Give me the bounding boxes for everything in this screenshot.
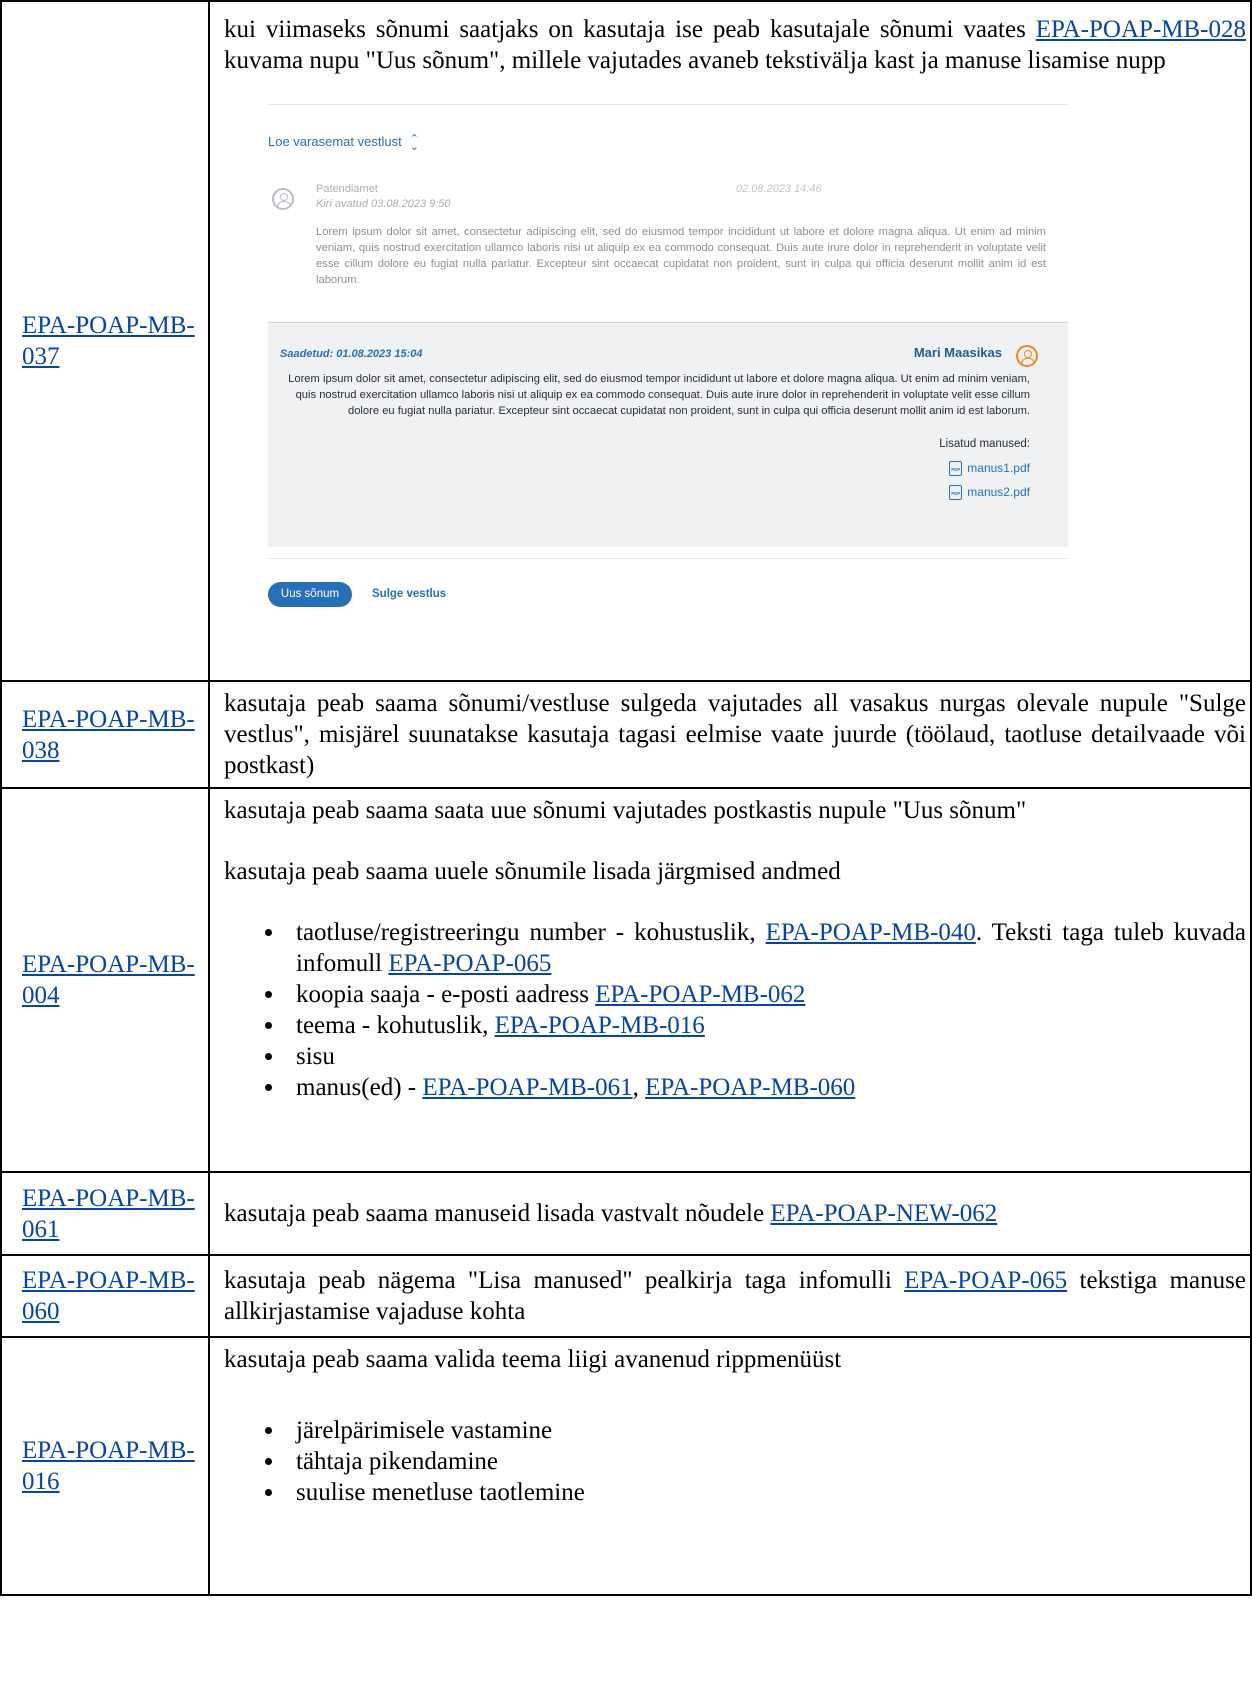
pdf-file-icon: PDF [949, 485, 963, 501]
req-id-link[interactable]: EPA-POAP-MB-061 [22, 1183, 204, 1245]
req-text: kasutaja peab saama valida teema liigi a… [224, 1346, 842, 1373]
attachment-link[interactable]: PDF manus1.pdf [949, 461, 1030, 477]
pdf-file-icon: PDF [949, 461, 963, 477]
data-fields-list: taotluse/registreeringu number - kohustu… [224, 917, 1246, 1103]
close-conversation-button[interactable]: Sulge vestlus [372, 582, 446, 607]
message-opened-status: Kiri avatud 03.08.2023 9:50 [316, 198, 451, 210]
req-text: kui viimaseks sõnumi saatjaks on kasutaj… [224, 14, 1246, 76]
text-segment: , [632, 1074, 646, 1101]
message-sender: Mari Maasikas [913, 345, 1002, 360]
req-text: kasutaja peab saama uuele sõnumile lisad… [224, 858, 841, 885]
requirements-table: EPA-POAP-MB-037 kui viimaseks sõnumi saa… [0, 0, 1252, 1596]
conversation-screenshot: Loe varasemat vestlust ⌃ ⌄ Patendiamet Kir… [38, 96, 1068, 656]
ref-link[interactable]: EPA-POAP-MB-016 [495, 1012, 705, 1039]
ref-link[interactable]: EPA-POAP-NEW-062 [770, 1200, 997, 1227]
topic-options-list: järelpärimisele vastamine tähtaja pikend… [224, 1415, 1246, 1508]
text-segment: kui viimaseks sõnumi saatjaks on kasutaj… [224, 16, 1036, 43]
attachment-name: manus2.pdf [967, 485, 1030, 499]
req-row-mb-037: EPA-POAP-MB-037 kui viimaseks sõnumi saa… [0, 0, 1252, 682]
message-body: Lorem ipsum dolor sit amet, consectetur … [316, 226, 1046, 286]
req-id-link[interactable]: EPA-POAP-MB-016 [22, 1435, 204, 1497]
message-date: 02.08.2023 14:46 [736, 183, 822, 195]
attachment-link[interactable]: PDF manus2.pdf [949, 485, 1030, 501]
divider [268, 558, 1068, 559]
req-id-cell: EPA-POAP-MB-060 [0, 1254, 210, 1338]
req-id-link[interactable]: EPA-POAP-MB-004 [22, 949, 204, 1011]
text-segment: koopia saaja - e-posti aadress [296, 981, 596, 1008]
message-sent: Saadetud: 01.08.2023 15:04 Mari Maasikas… [268, 322, 1068, 547]
text-segment: kasutaja peab saama manuseid lisada vast… [224, 1200, 771, 1227]
req-id-cell: EPA-POAP-MB-038 [0, 680, 210, 789]
text-segment: manus(ed) - [296, 1074, 423, 1101]
req-desc-cell: kasutaja peab saama valida teema liigi a… [208, 1336, 1252, 1596]
list-item: tähtaja pikendamine [286, 1446, 1246, 1477]
message-sender: Patendiamet [316, 183, 378, 195]
ref-link[interactable]: EPA-POAP-065 [388, 950, 551, 977]
ref-link[interactable]: EPA-POAP-065 [904, 1267, 1067, 1294]
req-desc-cell: kasutaja peab saama sõnumi/vestluse sulg… [208, 680, 1252, 789]
ref-link[interactable]: EPA-POAP-MB-040 [766, 919, 976, 946]
req-id-cell: EPA-POAP-MB-004 [0, 787, 210, 1173]
req-id-cell: EPA-POAP-MB-016 [0, 1336, 210, 1596]
req-desc-cell: kasutaja peab nägema "Lisa manused" peal… [208, 1254, 1252, 1338]
req-id-cell: EPA-POAP-MB-061 [0, 1171, 210, 1256]
req-text: kasutaja peab nägema "Lisa manused" peal… [224, 1265, 1246, 1327]
list-item: suulise menetluse taotlemine [286, 1477, 1246, 1508]
list-item: järelpärimisele vastamine [286, 1415, 1246, 1446]
req-id-link[interactable]: EPA-POAP-MB-060 [22, 1265, 204, 1327]
req-row-mb-016: EPA-POAP-MB-016 kasutaja peab saama vali… [0, 1336, 1252, 1596]
message-sent-date: Saadetud: 01.08.2023 15:04 [280, 348, 423, 360]
read-older-conversation-link[interactable]: Loe varasemat vestlust ⌃ ⌄ [268, 132, 419, 153]
req-desc-cell: kasutaja peab saama manuseid lisada vast… [208, 1171, 1252, 1256]
new-message-button[interactable]: Uus sõnum [268, 582, 352, 607]
ref-link[interactable]: EPA-POAP-MB-061 [422, 1074, 632, 1101]
req-row-mb-061: EPA-POAP-MB-061 kasutaja peab saama manu… [0, 1171, 1252, 1256]
user-avatar-icon [1016, 345, 1038, 367]
req-row-mb-060: EPA-POAP-MB-060 kasutaja peab nägema "Li… [0, 1254, 1252, 1338]
req-text: kasutaja peab saama sõnumi/vestluse sulg… [224, 690, 1246, 779]
list-item: manus(ed) - EPA-POAP-MB-061, EPA-POAP-MB… [286, 1072, 1246, 1103]
older-link-label: Loe varasemat vestlust [268, 134, 402, 149]
req-row-mb-038: EPA-POAP-MB-038 kasutaja peab saama sõnu… [0, 680, 1252, 789]
list-item: koopia saaja - e-posti aadress EPA-POAP-… [286, 979, 1246, 1010]
req-row-mb-004: EPA-POAP-MB-004 kasutaja peab saama saat… [0, 787, 1252, 1173]
list-item: teema - kohutuslik, EPA-POAP-MB-016 [286, 1010, 1246, 1041]
list-item: taotluse/registreeringu number - kohustu… [286, 917, 1246, 979]
divider [268, 104, 1068, 105]
req-desc-cell: kui viimaseks sõnumi saatjaks on kasutaj… [208, 0, 1252, 682]
attachment-name: manus1.pdf [967, 461, 1030, 475]
expand-chevron-icon: ⌃ ⌄ [409, 132, 419, 153]
message-body: Lorem ipsum dolor sit amet, consectetur … [288, 373, 1030, 417]
req-text: kasutaja peab saama manuseid lisada vast… [224, 1198, 1246, 1229]
avatar-icon [272, 188, 294, 210]
ref-link[interactable]: EPA-POAP-MB-028 [1036, 16, 1246, 43]
req-desc-cell: kasutaja peab saama saata uue sõnumi vaj… [208, 787, 1252, 1173]
ref-link[interactable]: EPA-POAP-MB-062 [595, 981, 805, 1008]
text-segment: taotluse/registreeringu number - kohustu… [296, 919, 766, 946]
text-segment: teema - kohutuslik, [296, 1012, 495, 1039]
req-text: kasutaja peab saama saata uue sõnumi vaj… [224, 797, 1027, 824]
text-segment: sisu [296, 1043, 335, 1070]
list-item: sisu [286, 1041, 1246, 1072]
text-segment: kuvama nupu "Uus sõnum", millele vajutad… [224, 47, 1166, 74]
attachments-label: Lisatud manused: [939, 438, 1030, 450]
req-id-link[interactable]: EPA-POAP-MB-038 [22, 704, 204, 766]
text-segment: kasutaja peab nägema "Lisa manused" peal… [224, 1267, 905, 1294]
ref-link[interactable]: EPA-POAP-MB-060 [645, 1074, 855, 1101]
